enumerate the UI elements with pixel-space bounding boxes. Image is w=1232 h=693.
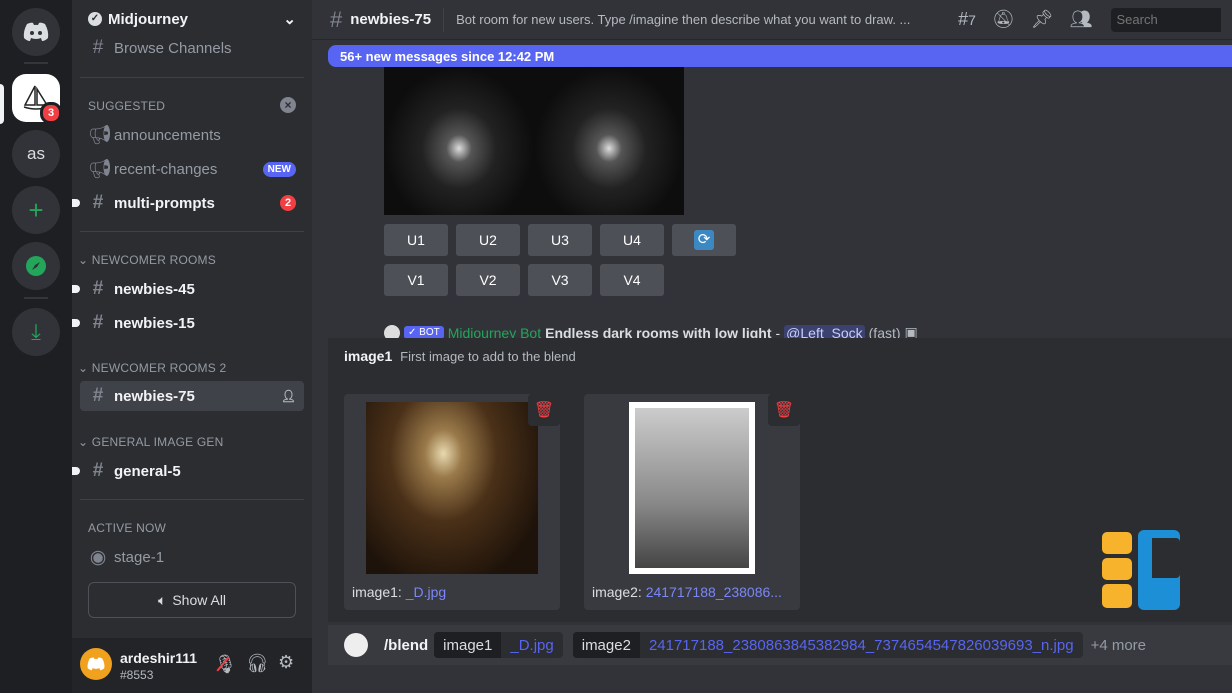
megaphone-icon: 📢︎ xyxy=(88,125,113,146)
server-header[interactable]: ✓ Midjourney ⌄ xyxy=(72,0,312,38)
server-name: Midjourney xyxy=(108,10,189,28)
label: recent-changes xyxy=(114,160,218,178)
upscale-2-button[interactable]: U2 xyxy=(456,224,520,256)
headphones-icon[interactable]: 🎧︎ xyxy=(246,653,269,674)
channel-newbies-15[interactable]: # newbies-15 xyxy=(72,308,304,338)
command-name: /blend xyxy=(384,636,429,654)
browse-channels[interactable]: # Browse Channels xyxy=(80,34,304,62)
option-description: First image to add to the blend xyxy=(400,349,576,364)
mention-badge: 3 xyxy=(40,102,62,124)
midjourney-app-icon xyxy=(344,633,368,657)
variation-3-button[interactable]: V3 xyxy=(528,264,592,296)
attachment-caption: image1: _D.jpg xyxy=(352,584,447,600)
category-newcomer-rooms[interactable]: ⌄ NEWCOMER ROOMS xyxy=(78,253,216,267)
category-general-image-gen[interactable]: ⌄ GENERAL IMAGE GEN xyxy=(78,435,223,449)
mute-mic-icon[interactable]: 🎙︎ xyxy=(214,654,237,675)
category-suggested: SUGGESTED xyxy=(88,99,166,113)
stage-1[interactable]: ◉ stage-1 xyxy=(80,542,304,572)
attachment-caption: image2: 241717188_238086... xyxy=(592,584,782,600)
server-as[interactable]: as xyxy=(12,130,60,178)
download-icon[interactable]: ⤓ xyxy=(12,308,60,356)
upscale-3-button[interactable]: U3 xyxy=(528,224,592,256)
channel-multi-prompts[interactable]: # multi-prompts 2 xyxy=(72,188,304,218)
midjourney-server-icon[interactable]: 3 xyxy=(12,74,62,124)
generated-image-grid[interactable] xyxy=(384,67,684,215)
trash-icon: 🗑︎ xyxy=(533,402,555,419)
user-panel: ardeshir111 #8553 🎙︎ 🎧︎ ⚙ xyxy=(72,638,312,693)
new-badge: NEW xyxy=(262,161,296,177)
label: newbies-75 xyxy=(114,387,195,405)
label: newbies-15 xyxy=(114,314,195,332)
user-tag: #8553 xyxy=(120,668,154,682)
chevron-down-icon: ⌄ xyxy=(283,11,296,28)
attachment-image xyxy=(366,402,538,574)
more-options[interactable]: +4 more xyxy=(1091,637,1146,654)
upscale-1-button[interactable]: U1 xyxy=(384,224,448,256)
threads-icon[interactable]: #7 xyxy=(958,9,976,30)
avatar[interactable] xyxy=(80,648,112,680)
param-image1[interactable]: image1 _D.jpg xyxy=(434,632,563,658)
option-name: image1 xyxy=(344,348,393,364)
settings-gear-icon[interactable]: ⚙ xyxy=(278,652,294,673)
trash-icon: 🗑︎ xyxy=(773,402,795,419)
channel-newbies-75[interactable]: # newbies-75 👤︎ xyxy=(80,381,304,411)
explore-icon[interactable] xyxy=(12,242,60,290)
label: stage-1 xyxy=(114,548,165,566)
channel-general-5[interactable]: # general-5 xyxy=(72,456,304,486)
label: Browse Channels xyxy=(114,39,232,57)
label: multi-prompts xyxy=(114,194,215,212)
label: announcements xyxy=(114,126,221,144)
channel-topic[interactable]: Bot room for new users. Type /imagine th… xyxy=(456,12,946,27)
attachment-image xyxy=(629,402,755,574)
delete-attachment-button[interactable]: 🗑︎ xyxy=(768,394,800,426)
channel-title: newbies-75 xyxy=(350,11,432,28)
megaphone-icon: 📢︎ xyxy=(88,159,113,180)
reroll-button[interactable]: ⟳ xyxy=(672,224,736,256)
verified-icon: ✓ xyxy=(88,12,102,26)
server-rail: 3 as + ⤓ xyxy=(0,0,72,693)
username: ardeshir111 xyxy=(120,650,198,666)
command-input-bar[interactable]: /blend image1 _D.jpg image2 241717188_2380… xyxy=(328,625,1232,665)
refresh-icon: ⟳ xyxy=(694,230,714,250)
attachment-card[interactable]: 🗑︎ image1: _D.jpg xyxy=(344,394,560,610)
label: newbies-45 xyxy=(114,280,195,298)
speaker-icon: 🔈︎ xyxy=(157,591,167,608)
channel-newbies-45[interactable]: # newbies-45 xyxy=(72,274,304,304)
channel-announcements[interactable]: 📢︎ announcements xyxy=(80,120,304,150)
close-icon[interactable]: × xyxy=(280,97,296,113)
pin-icon[interactable]: 📌︎ xyxy=(1031,9,1054,30)
channel-sidebar: ✓ Midjourney ⌄ # Browse Channels SUGGESTE… xyxy=(72,0,312,693)
members-icon[interactable]: 👥︎ xyxy=(1070,9,1093,30)
label: general-5 xyxy=(114,462,181,480)
active-now-heading: ACTIVE NOW xyxy=(88,521,167,535)
attachment-card[interactable]: 🗑︎ image2: 241717188_238086... xyxy=(584,394,800,610)
watermark-logo xyxy=(1102,530,1180,610)
search-input[interactable] xyxy=(1110,7,1221,32)
delete-attachment-button[interactable]: 🗑︎ xyxy=(528,394,560,426)
variation-4-button[interactable]: V4 xyxy=(600,264,664,296)
show-all-button[interactable]: 🔈︎ Show All xyxy=(88,582,296,618)
category-newcomer-rooms-2[interactable]: ⌄ NEWCOMER ROOMS 2 xyxy=(78,361,226,375)
variation-1-button[interactable]: V1 xyxy=(384,264,448,296)
stage-icon: ◉ xyxy=(89,546,107,568)
unread-badge: 2 xyxy=(280,195,296,211)
add-server-icon[interactable]: + xyxy=(12,186,60,234)
invite-icon[interactable]: 👤︎ xyxy=(281,389,296,403)
new-messages-bar[interactable]: 56+ new messages since 12:42 PM xyxy=(328,45,1232,67)
variation-2-button[interactable]: V2 xyxy=(456,264,520,296)
discord-home-icon[interactable] xyxy=(12,8,60,56)
bell-muted-icon[interactable]: 🔕︎ xyxy=(992,9,1015,30)
channel-header: # newbies-75 Bot room for new users. Typ… xyxy=(312,0,1232,40)
channel-hash-icon: # xyxy=(330,6,343,32)
label: Show All xyxy=(172,592,227,608)
channel-recent-changes[interactable]: 📢︎ recent-changes NEW xyxy=(80,154,304,184)
param-image2[interactable]: image2 241717188_2380863845382984_7374654… xyxy=(572,632,1083,658)
upscale-4-button[interactable]: U4 xyxy=(600,224,664,256)
